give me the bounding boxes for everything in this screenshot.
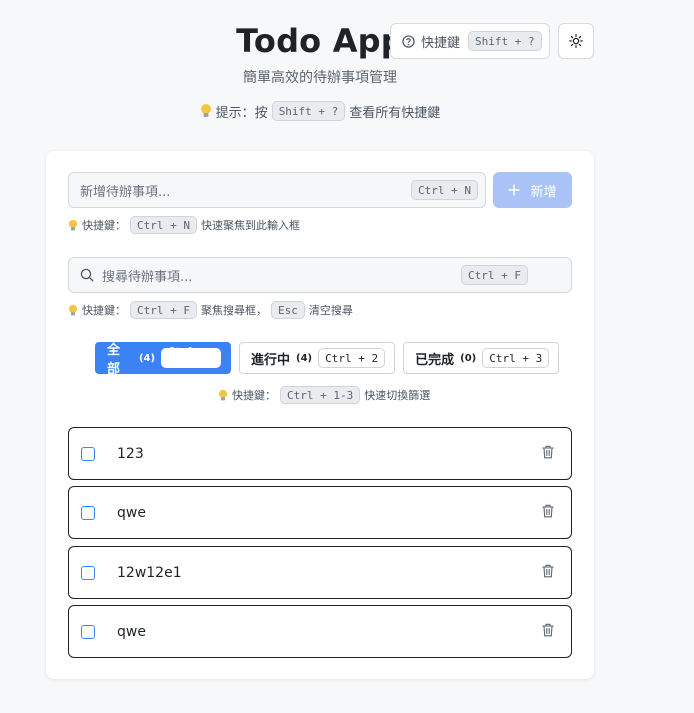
todo-item: qwe <box>68 605 572 658</box>
search-hint-esc-key: Esc <box>270 301 305 319</box>
todo-item: 123 <box>68 427 572 480</box>
search-hint-mid: 聚焦搜尋框， <box>200 304 267 317</box>
filter-tabs: 全部 (4) Ctrl + 1 進行中 (4) Ctrl + 2 已完成 (0)… <box>95 342 560 377</box>
new-todo-hint-text: 快速聚焦到此輸入框 <box>200 219 300 232</box>
new-todo-hint-key: Ctrl + N <box>130 216 197 234</box>
search-icon <box>80 268 94 282</box>
filter-active-label: 進行中 <box>251 352 291 368</box>
search-hint-label: 快捷鍵： <box>82 304 126 317</box>
filter-completed[interactable]: 已完成 (0) Ctrl + 3 <box>403 342 560 374</box>
todo-text: qwe <box>117 623 146 640</box>
new-todo-hint: 快捷鍵： Ctrl + N 快速聚焦到此輸入框 <box>68 216 300 234</box>
filter-completed-label: 已完成 <box>415 352 455 368</box>
filter-all-label: 全部 <box>107 343 121 377</box>
lightbulb-icon <box>68 219 78 230</box>
filter-active-count: (4) <box>296 352 313 364</box>
filter-hint: 快捷鍵： Ctrl + 1-3 快速切換篩選 <box>218 386 430 404</box>
todo-checkbox[interactable] <box>81 565 95 580</box>
filter-active[interactable]: 進行中 (4) Ctrl + 2 <box>239 342 396 374</box>
new-todo-input[interactable]: 新增待辦事項... Ctrl + N <box>68 172 486 208</box>
search-hint-key: Ctrl + F <box>130 301 197 319</box>
filter-hint-key: Ctrl + 1-3 <box>280 386 361 404</box>
filter-hint-label: 快捷鍵： <box>232 389 276 402</box>
todo-text: 123 <box>117 445 144 462</box>
add-todo-label: 新增 <box>530 184 557 200</box>
add-todo-button[interactable]: 新增 <box>493 172 572 208</box>
lightbulb-icon <box>200 104 211 117</box>
search-hint-text: 清空搜尋 <box>308 304 353 317</box>
new-todo-key: Ctrl + N <box>411 180 478 200</box>
page-subtitle: 簡單高效的待辦事項管理 <box>243 70 397 86</box>
todo-checkbox[interactable] <box>81 505 95 520</box>
shortcuts-button-label: 快捷鍵 <box>421 35 461 51</box>
filter-hint-text: 快速切換篩選 <box>364 389 431 402</box>
shortcuts-button-key: Shift + ? <box>468 31 542 51</box>
filter-all[interactable]: 全部 (4) Ctrl + 1 <box>95 342 231 377</box>
plus-icon <box>508 184 521 196</box>
new-todo-placeholder: 新增待辦事項... <box>80 184 171 200</box>
help-icon <box>402 34 415 48</box>
shortcut-tip: 提示：按 Shift + ? 查看所有快捷鍵 <box>0 101 640 121</box>
filter-completed-key: Ctrl + 3 <box>482 348 550 368</box>
trash-icon[interactable] <box>542 445 554 459</box>
todo-checkbox[interactable] <box>81 446 95 461</box>
lightbulb-icon <box>68 304 78 315</box>
shortcuts-button[interactable]: 快捷鍵 Shift + ? <box>390 23 550 59</box>
shortcut-tip-key: Shift + ? <box>271 101 346 121</box>
todo-checkbox[interactable] <box>81 624 95 639</box>
todo-text: 12w12e1 <box>117 564 182 581</box>
todo-item: qwe <box>68 486 572 539</box>
search-input[interactable]: 搜尋待辦事項... Ctrl + F <box>68 257 572 293</box>
trash-icon[interactable] <box>542 564 554 578</box>
shortcut-tip-prefix: 提示：按 <box>215 105 268 121</box>
todo-card: 新增待辦事項... Ctrl + N 新增 快捷鍵： Ctrl + N 快速聚焦… <box>46 151 594 679</box>
todo-text: qwe <box>117 504 146 521</box>
sun-icon <box>569 34 583 48</box>
lightbulb-icon <box>218 389 228 400</box>
shortcut-tip-suffix: 查看所有快捷鍵 <box>349 105 441 121</box>
search-placeholder: 搜尋待辦事項... <box>102 269 193 285</box>
filter-all-count: (4) <box>138 352 156 364</box>
new-todo-hint-label: 快捷鍵： <box>82 219 126 232</box>
search-key: Ctrl + F <box>461 265 528 285</box>
trash-icon[interactable] <box>542 623 554 637</box>
theme-toggle-button[interactable] <box>558 23 594 59</box>
search-hint: 快捷鍵： Ctrl + F 聚焦搜尋框， Esc 清空搜尋 <box>68 301 353 319</box>
todo-item: 12w12e1 <box>68 546 572 599</box>
filter-all-key: Ctrl + 1 <box>161 345 221 371</box>
trash-icon[interactable] <box>542 504 554 518</box>
filter-active-key: Ctrl + 2 <box>318 348 386 368</box>
filter-completed-count: (0) <box>460 352 477 364</box>
